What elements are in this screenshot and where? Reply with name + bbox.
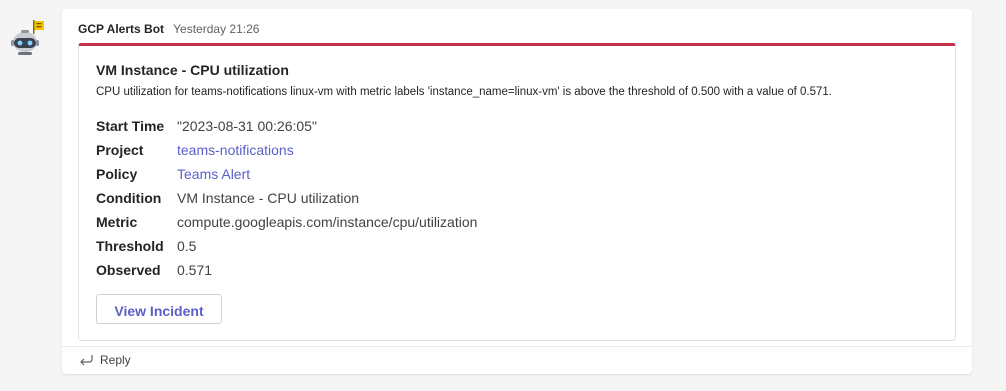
robot-bot-icon bbox=[11, 20, 44, 55]
fact-row-condition: Condition VM Instance - CPU utilization bbox=[96, 186, 477, 210]
fact-set: Start Time "2023-08-31 00:26:05" Project… bbox=[96, 114, 477, 282]
fact-row-observed: Observed 0.571 bbox=[96, 258, 477, 282]
fact-value: compute.googleapis.com/instance/cpu/util… bbox=[177, 214, 478, 230]
fact-value: VM Instance - CPU utilization bbox=[177, 190, 360, 206]
fact-row-project: Project teams-notifications bbox=[96, 138, 477, 162]
reply-label: Reply bbox=[100, 353, 131, 367]
fact-key: Observed bbox=[96, 262, 161, 278]
policy-link[interactable]: Teams Alert bbox=[177, 166, 250, 182]
reply-divider bbox=[62, 346, 972, 347]
view-incident-button[interactable]: View Incident bbox=[96, 294, 222, 324]
reply-arrow-icon bbox=[80, 355, 93, 366]
card-description: CPU utilization for teams-notifications … bbox=[96, 86, 832, 98]
fact-row-metric: Metric compute.googleapis.com/instance/c… bbox=[96, 210, 477, 234]
fact-key: Condition bbox=[96, 190, 162, 206]
sender-name[interactable]: GCP Alerts Bot bbox=[78, 22, 164, 36]
fact-row-threshold: Threshold 0.5 bbox=[96, 234, 477, 258]
fact-key: Metric bbox=[96, 214, 138, 230]
bot-avatar[interactable] bbox=[9, 18, 49, 58]
fact-value: 0.571 bbox=[177, 262, 213, 278]
message-timestamp: Yesterday 21:26 bbox=[173, 22, 260, 36]
fact-key: Start Time bbox=[96, 118, 165, 134]
fact-key: Project bbox=[96, 142, 144, 158]
message-post: GCP Alerts Bot Yesterday 21:26 VM Instan… bbox=[62, 9, 972, 374]
project-link[interactable]: teams-notifications bbox=[177, 142, 294, 158]
adaptive-card: VM Instance - CPU utilization CPU utiliz… bbox=[78, 43, 956, 341]
fact-key: Policy bbox=[96, 166, 138, 182]
card-title: VM Instance - CPU utilization bbox=[96, 62, 289, 78]
message-header: GCP Alerts Bot Yesterday 21:26 bbox=[78, 21, 259, 37]
fact-key: Threshold bbox=[96, 238, 164, 254]
fact-row-policy: Policy Teams Alert bbox=[96, 162, 477, 186]
fact-value: 0.5 bbox=[177, 238, 197, 254]
fact-row-start-time: Start Time "2023-08-31 00:26:05" bbox=[96, 114, 477, 138]
fact-value: "2023-08-31 00:26:05" bbox=[177, 118, 317, 134]
reply-button[interactable]: Reply bbox=[78, 351, 131, 369]
